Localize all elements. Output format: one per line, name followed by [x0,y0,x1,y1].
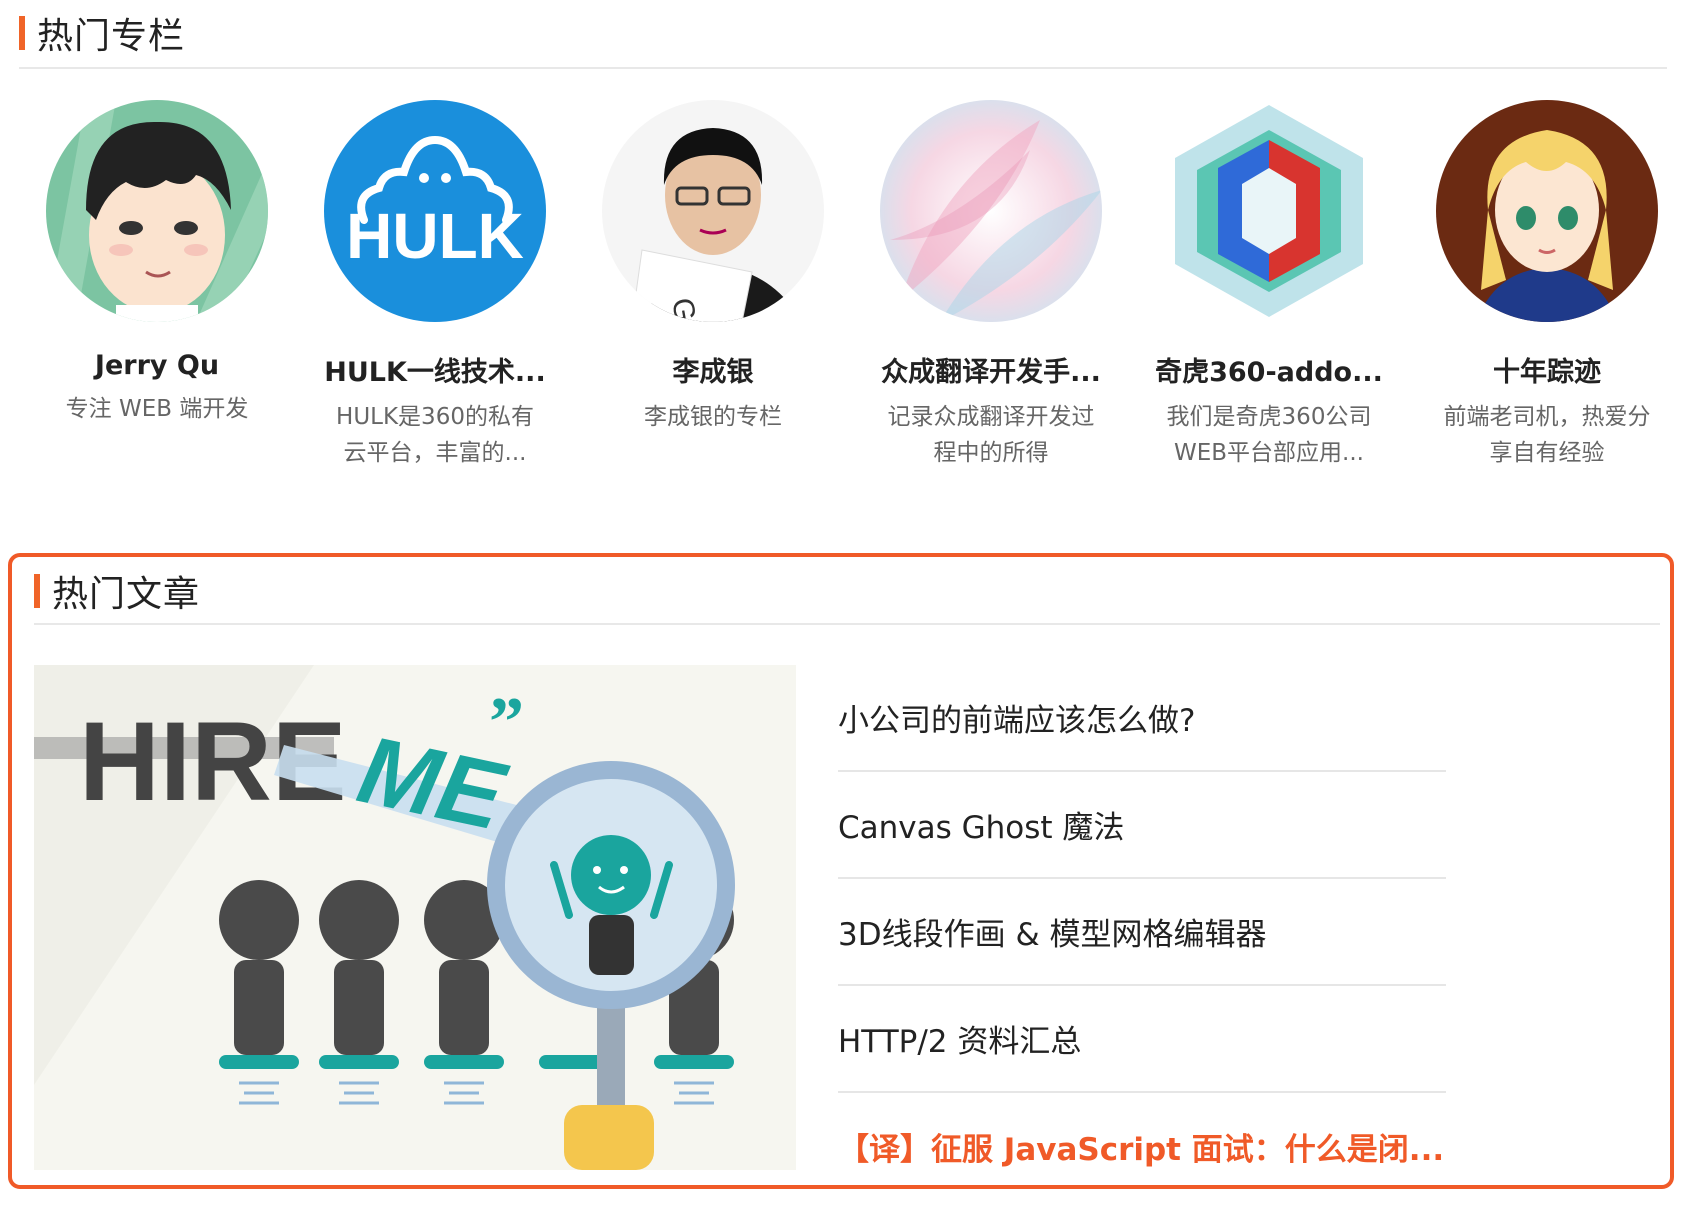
column-description: 记录众成翻译开发过程中的所得 [887,404,1095,466]
divider [34,623,1660,625]
column-description: 前端老司机，热爱分享自有经验 [1443,404,1651,466]
article-list: 小公司的前端应该怎么做? Canvas Ghost 魔法 3D线段作画 & 模型… [838,665,1446,1200]
articles-title-text: 热门文章 [52,574,201,615]
column-description: HULK是360的私有云平台，丰富的... [336,404,534,466]
pastel-petals-avatar[interactable] [880,100,1102,322]
article-title[interactable]: 3D线段作画 & 模型网格编辑器 [838,909,1266,954]
hot-articles-panel: 热门文章 HIRE ME ” 小公司的前端应该怎么做? Canvas Ghost… [8,553,1674,1189]
column-name[interactable]: 众成翻译开发手... [851,350,1131,389]
featured-article-image[interactable]: HIRE ME ” [34,665,796,1170]
column-card-jerry-qu[interactable]: Jerry Qu 专注 WEB 端开发 [17,100,297,427]
hexagon-logo-avatar[interactable] [1158,100,1380,322]
articles-section-title: 热门文章 [34,565,200,617]
column-name[interactable]: 奇虎360-addo... [1129,350,1409,389]
column-card-shinian[interactable]: 十年踪迹 前端老司机，热爱分享自有经验 [1407,100,1682,471]
column-card-hulk[interactable]: HULK HULK一线技术... HULK是360的私有云平台，丰富的... [295,100,575,471]
svg-text:GE: GE [665,295,705,322]
column-card-qihoo360[interactable]: 奇虎360-addo... 我们是奇虎360公司WEB平台部应用... [1129,100,1409,471]
cartoon-boy-avatar[interactable] [46,100,268,322]
columns-section-title: 热门专栏 [19,7,185,59]
article-title[interactable]: 【译】征服 JavaScript 面试：什么是闭... [838,1124,1444,1169]
article-link-highlighted[interactable]: 【译】征服 JavaScript 面试：什么是闭... [838,1093,1446,1200]
title-accent-bar [34,574,40,608]
article-link[interactable]: 小公司的前端应该怎么做? [838,665,1446,772]
article-title[interactable]: 小公司的前端应该怎么做? [838,695,1195,740]
column-description: 李成银的专栏 [644,404,782,430]
column-name[interactable]: 十年踪迹 [1407,350,1682,389]
anime-knight-avatar[interactable] [1436,100,1658,322]
divider [19,67,1667,69]
svg-text:”: ” [489,684,524,761]
photo-man-avatar[interactable]: GE [602,100,824,322]
article-link[interactable]: Canvas Ghost 魔法 [838,772,1446,879]
column-card-zhongcheng[interactable]: 众成翻译开发手... 记录众成翻译开发过程中的所得 [851,100,1131,471]
article-title[interactable]: Canvas Ghost 魔法 [838,802,1124,847]
hulk-logo-avatar[interactable]: HULK [324,100,546,322]
article-link[interactable]: HTTP/2 资料汇总 [838,986,1446,1093]
svg-text:HULK: HULK [346,200,524,272]
article-link[interactable]: 3D线段作画 & 模型网格编辑器 [838,879,1446,986]
column-name[interactable]: 李成银 [573,350,853,389]
column-name[interactable]: HULK一线技术... [295,350,575,389]
column-name[interactable]: Jerry Qu [17,350,297,381]
column-description: 专注 WEB 端开发 [65,396,249,422]
columns-title-text: 热门专栏 [37,16,186,57]
column-description: 我们是奇虎360公司WEB平台部应用... [1166,404,1372,466]
article-title[interactable]: HTTP/2 资料汇总 [838,1016,1081,1061]
title-accent-bar [19,16,25,50]
column-card-li-chengyin[interactable]: GE 李成银 李成银的专栏 [573,100,853,435]
